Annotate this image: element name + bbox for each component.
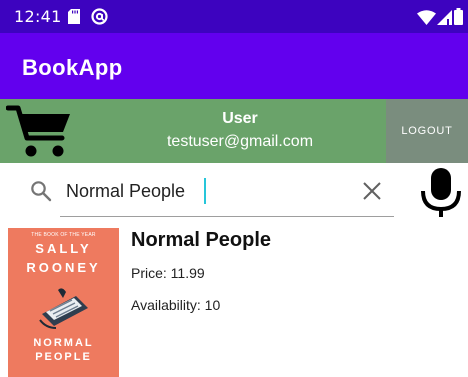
cover-illustration xyxy=(39,288,88,329)
book-title: Normal People xyxy=(131,229,272,251)
cover-title-line-2: PEOPLE xyxy=(35,351,92,363)
book-cover[interactable]: THE BOOK OF THE YEAR SALLY ROONEY NORMAL… xyxy=(8,228,119,377)
search-input[interactable] xyxy=(66,176,356,206)
wifi-icon xyxy=(417,10,436,25)
search-icon xyxy=(31,181,52,202)
status-bar: 12:41 xyxy=(0,0,468,33)
microphone-icon[interactable] xyxy=(418,168,464,218)
cover-tagline: THE BOOK OF THE YEAR xyxy=(31,232,96,238)
search-underline xyxy=(60,216,394,217)
app-title: BookApp xyxy=(22,55,123,80)
cover-author-first: SALLY xyxy=(35,241,92,256)
cover-author-last: ROONEY xyxy=(26,260,101,275)
text-cursor xyxy=(204,178,206,204)
book-availability: Availability: 10 xyxy=(131,297,221,313)
cover-title-line-1: NORMAL xyxy=(33,337,94,349)
clear-icon[interactable] xyxy=(362,181,382,201)
battery-icon xyxy=(454,8,463,25)
at-sign-icon xyxy=(91,8,108,25)
app-bar: BookApp xyxy=(0,33,468,99)
book-price: Price: 11.99 xyxy=(131,265,205,281)
signal-icon xyxy=(437,10,452,25)
logout-button[interactable]: LOGOUT xyxy=(386,99,468,163)
status-time: 12:41 xyxy=(14,7,62,26)
sd-card-icon xyxy=(68,9,80,24)
